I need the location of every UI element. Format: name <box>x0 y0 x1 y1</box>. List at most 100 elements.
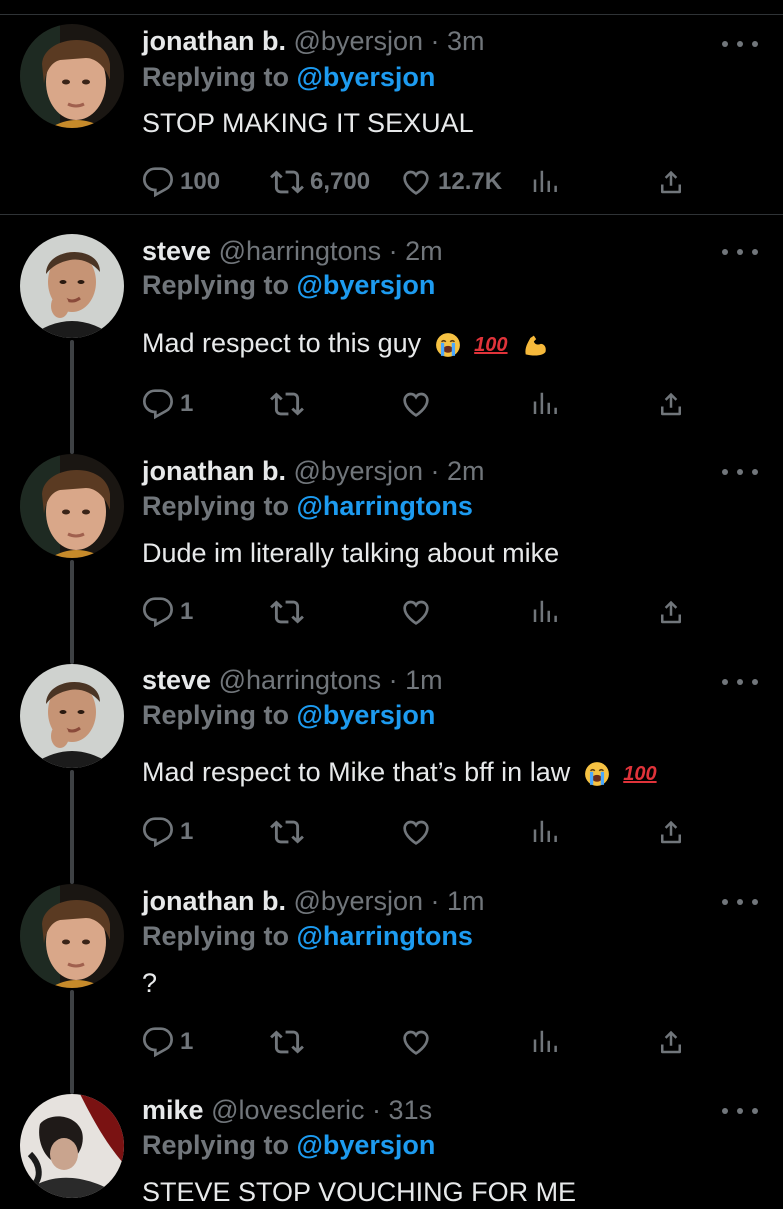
retweet-button[interactable] <box>270 812 304 852</box>
share-button[interactable] <box>656 812 686 852</box>
separator-dot: · <box>372 1095 382 1125</box>
more-options-icon[interactable] <box>722 34 758 54</box>
reply-icon <box>142 596 174 628</box>
share-button[interactable] <box>656 592 686 632</box>
user-handle[interactable]: @byersjon <box>294 886 423 916</box>
like-button[interactable]: 12.7K <box>400 162 502 202</box>
reply-button[interactable]: 1 <box>142 384 193 424</box>
views-button[interactable] <box>530 162 560 202</box>
more-options-icon[interactable] <box>722 1101 758 1121</box>
avatar[interactable] <box>20 884 124 988</box>
user-handle[interactable]: @byersjon <box>294 26 423 56</box>
replying-to: Replying to @byersjon <box>142 268 435 302</box>
reply-button[interactable]: 1 <box>142 592 193 632</box>
timestamp[interactable]: 2m <box>405 236 443 266</box>
views-icon <box>530 596 560 628</box>
replying-to-label: Replying to <box>142 270 289 300</box>
separator-dot: · <box>430 26 440 56</box>
replying-to-label: Replying to <box>142 1130 289 1160</box>
loudly-crying-face-icon <box>584 761 610 787</box>
like-icon <box>400 1026 432 1058</box>
more-options-icon[interactable] <box>722 672 758 692</box>
hundred-points-icon: 100 <box>474 333 508 356</box>
like-button[interactable] <box>400 592 432 632</box>
like-icon <box>400 166 432 198</box>
user-handle[interactable]: @harringtons <box>219 665 382 695</box>
reply-count: 1 <box>180 818 194 845</box>
retweet-button[interactable] <box>270 1022 304 1062</box>
mention-link[interactable]: @harringtons <box>297 921 473 951</box>
views-icon <box>530 1026 560 1058</box>
mention-link[interactable]: @byersjon <box>297 700 436 730</box>
user-handle[interactable]: @harringtons <box>219 236 382 266</box>
retweet-button[interactable]: 6,700 <box>270 162 370 202</box>
reply-count: 100 <box>180 168 221 195</box>
reply-button[interactable]: 1 <box>142 812 193 852</box>
timestamp[interactable]: 1m <box>405 665 443 695</box>
display-name[interactable]: steve <box>142 236 211 266</box>
timestamp[interactable]: 2m <box>447 456 485 486</box>
share-icon <box>656 1026 686 1058</box>
replying-to: Replying to @byersjon <box>142 1128 435 1162</box>
views-button[interactable] <box>530 1022 560 1062</box>
views-button[interactable] <box>530 812 560 852</box>
tweet-text-row: Mad respect to this guy 100 <box>142 326 549 362</box>
like-count: 12.7K <box>438 168 503 195</box>
mention-link[interactable]: @byersjon <box>297 270 436 300</box>
reply-count: 1 <box>180 598 194 625</box>
avatar[interactable] <box>20 454 124 558</box>
reply-button[interactable]: 1 <box>142 1022 193 1062</box>
share-button[interactable] <box>656 1022 686 1062</box>
retweet-button[interactable] <box>270 384 304 424</box>
top-divider <box>0 14 783 15</box>
like-button[interactable] <box>400 812 432 852</box>
like-button[interactable] <box>400 1022 432 1062</box>
retweet-icon <box>270 595 304 629</box>
views-button[interactable] <box>530 592 560 632</box>
display-name[interactable]: jonathan b. <box>142 26 286 56</box>
user-handle[interactable]: @byersjon <box>294 456 423 486</box>
avatar[interactable] <box>20 24 124 128</box>
replying-to: Replying to @byersjon <box>142 698 435 732</box>
display-name[interactable]: steve <box>142 665 211 695</box>
mention-link[interactable]: @byersjon <box>297 62 436 92</box>
views-button[interactable] <box>530 384 560 424</box>
display-name[interactable]: jonathan b. <box>142 456 286 486</box>
display-name[interactable]: jonathan b. <box>142 886 286 916</box>
timestamp[interactable]: 3m <box>447 26 485 56</box>
timestamp[interactable]: 31s <box>389 1095 433 1125</box>
display-name[interactable]: mike <box>142 1095 204 1125</box>
share-button[interactable] <box>656 162 686 202</box>
replying-to: Replying to @harringtons <box>142 489 473 523</box>
replying-to-label: Replying to <box>142 921 289 951</box>
user-handle[interactable]: @lovescleric <box>211 1095 364 1125</box>
retweet-icon <box>270 165 304 199</box>
mention-link[interactable]: @byersjon <box>297 1130 436 1160</box>
share-button[interactable] <box>656 384 686 424</box>
separator-dot: · <box>430 886 440 916</box>
retweet-button[interactable] <box>270 592 304 632</box>
mention-link[interactable]: @harringtons <box>297 491 473 521</box>
tweet-header: steve @harringtons · 1m <box>142 663 443 697</box>
replying-to-label: Replying to <box>142 62 289 92</box>
reply-icon <box>142 166 174 198</box>
more-options-icon[interactable] <box>722 462 758 482</box>
tweet-text: STOP MAKING IT SEXUAL <box>142 108 474 138</box>
reply-button[interactable]: 100 <box>142 162 220 202</box>
more-options-icon[interactable] <box>722 242 758 262</box>
share-icon <box>656 388 686 420</box>
loudly-crying-face-icon <box>435 332 461 358</box>
avatar[interactable] <box>20 664 124 768</box>
like-button[interactable] <box>400 384 432 424</box>
tweet-text: Dude im literally talking about mike <box>142 538 560 568</box>
retweet-icon <box>270 387 304 421</box>
timestamp[interactable]: 1m <box>447 886 485 916</box>
avatar[interactable] <box>20 234 124 338</box>
reply-icon <box>142 816 174 848</box>
more-options-icon[interactable] <box>722 892 758 912</box>
tweet-header: steve @harringtons · 2m <box>142 234 443 268</box>
separator-dot: · <box>430 456 440 486</box>
avatar[interactable] <box>20 1094 124 1198</box>
tweet-divider <box>0 214 783 215</box>
like-icon <box>400 596 432 628</box>
